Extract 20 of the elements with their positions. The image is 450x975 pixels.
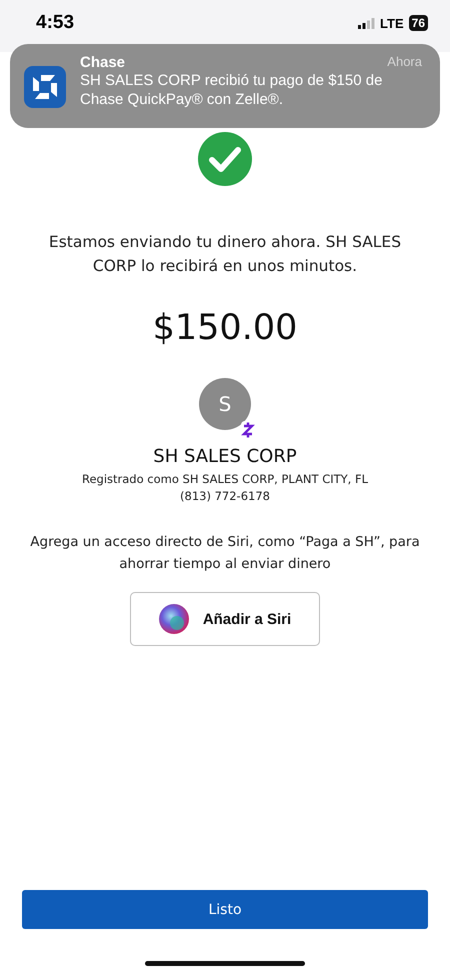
notification-time: Ahora bbox=[387, 54, 422, 71]
add-to-siri-button[interactable]: Añadir a Siri bbox=[130, 592, 320, 646]
notification-banner[interactable]: Chase Ahora SH SALES CORP recibió tu pago de $150 de Chase QuickPay® con Zelle®. bbox=[10, 44, 440, 128]
signal-icon bbox=[358, 18, 376, 28]
notification-message: SH SALES CORP recibió tu pago de $150 de Chase QuickPay® con Zelle®. bbox=[80, 71, 384, 109]
siri-icon bbox=[158, 604, 189, 634]
phone-number: (813) 772-6178 bbox=[180, 489, 270, 503]
confirmation-message: Estamos enviando tu dinero ahora. SH SALES CORP lo recibirá en unos minutos. bbox=[48, 232, 402, 277]
checkmark-icon bbox=[198, 132, 252, 186]
battery-indicator: 76 bbox=[408, 15, 428, 31]
recipient-name: SH SALES CORP bbox=[153, 446, 297, 467]
registration-info: Registrado como SH SALES CORP, PLANT CITY, FL bbox=[82, 472, 368, 486]
bank-logo-icon bbox=[24, 66, 66, 108]
siri-prompt: Agrega un acceso directo de Siri, como “Paga a SH”, para ahorrar tiempo al enviar dinero bbox=[29, 533, 421, 574]
avatar: S bbox=[199, 378, 251, 430]
notification-app: Chase bbox=[80, 54, 126, 71]
status-time: 4:53 bbox=[36, 12, 74, 34]
network-label: LTE bbox=[380, 16, 404, 30]
amount: $150.00 bbox=[152, 308, 298, 348]
done-button[interactable]: Listo bbox=[22, 890, 428, 929]
